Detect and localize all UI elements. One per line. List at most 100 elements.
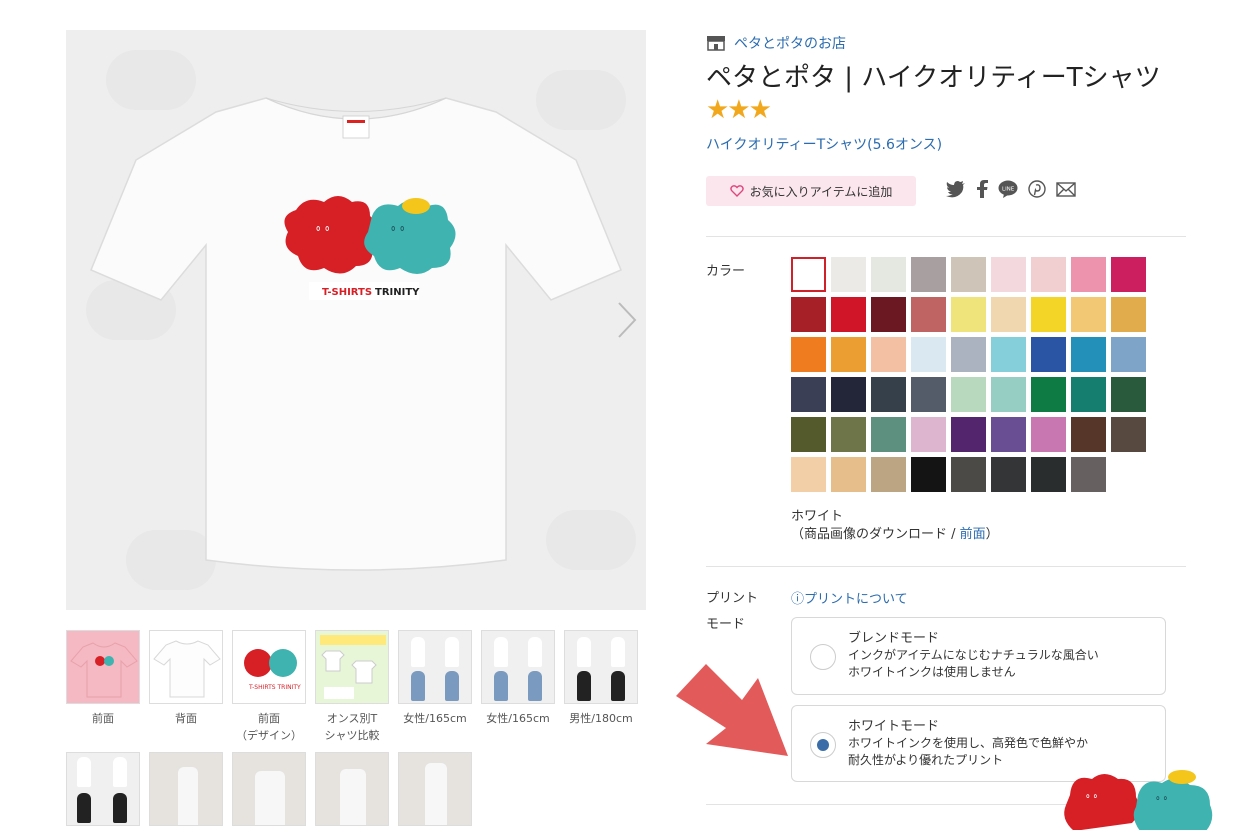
color-swatch[interactable]	[911, 297, 946, 332]
color-swatch[interactable]	[831, 337, 866, 372]
blend-mode-radio[interactable]	[810, 644, 836, 670]
color-swatch[interactable]	[951, 417, 986, 452]
thumbnail-label: オンス別T シャツ比較	[324, 712, 380, 742]
color-swatch[interactable]	[951, 457, 986, 492]
color-swatch[interactable]	[1071, 257, 1106, 292]
color-swatch[interactable]	[791, 457, 826, 492]
color-swatch[interactable]	[991, 377, 1026, 412]
product-type-link[interactable]: ハイクオリティーTシャツ(5.6オンス)	[706, 134, 942, 154]
color-swatch[interactable]	[1111, 257, 1146, 292]
color-swatch[interactable]	[951, 377, 986, 412]
color-swatch[interactable]	[1071, 297, 1106, 332]
color-swatch[interactable]	[991, 457, 1026, 492]
line-icon[interactable]: LINE	[998, 180, 1018, 198]
color-swatch[interactable]	[911, 457, 946, 492]
color-swatch[interactable]	[1111, 297, 1146, 332]
thumbnail-model-photo[interactable]	[315, 752, 389, 826]
model-figure	[494, 671, 508, 701]
thumbnail-model-photo[interactable]	[398, 752, 472, 826]
pinterest-icon[interactable]	[1028, 180, 1046, 198]
color-swatch[interactable]	[1031, 417, 1066, 452]
color-swatch[interactable]	[871, 297, 906, 332]
selected-color-info: ホワイト （商品画像のダウンロード / 前面）	[791, 508, 999, 544]
product-title-text: ペタとポタ | ハイクオリティーTシャツ	[706, 63, 1161, 93]
thumbnail-label: 女性/165cm	[403, 712, 467, 725]
color-swatch[interactable]	[871, 257, 906, 292]
thumbnail-model-grid[interactable]	[66, 752, 140, 826]
color-swatch[interactable]	[991, 337, 1026, 372]
color-swatch[interactable]	[1111, 337, 1146, 372]
download-front-link[interactable]: 前面	[960, 527, 986, 542]
color-swatch[interactable]	[1031, 377, 1066, 412]
color-swatch[interactable]	[791, 297, 826, 332]
color-swatch[interactable]	[951, 257, 986, 292]
color-swatch[interactable]	[1111, 417, 1146, 452]
thumbnail-model-photo[interactable]	[149, 752, 223, 826]
color-swatch[interactable]	[791, 377, 826, 412]
color-swatch[interactable]	[1031, 457, 1066, 492]
thumbnail-male-180[interactable]	[564, 630, 638, 704]
shop-name: ペタとポタのお店	[734, 36, 846, 52]
add-to-favorites-button[interactable]: お気に入りアイテムに追加	[706, 176, 916, 206]
shop-link[interactable]: ペタとポタのお店	[706, 33, 846, 53]
color-swatch[interactable]	[871, 337, 906, 372]
model-figure	[611, 671, 625, 701]
color-swatch[interactable]	[791, 417, 826, 452]
color-swatch[interactable]	[791, 257, 826, 292]
color-swatch[interactable]	[911, 257, 946, 292]
color-swatch[interactable]	[911, 337, 946, 372]
main-product-image[interactable]: ﾟﾟ ﾟﾟ T-SHIRTS TRINITY	[66, 30, 646, 610]
thumbnail-label: 背面	[175, 712, 197, 725]
thumbnail-ounce-comparison[interactable]	[315, 630, 389, 704]
color-swatch[interactable]	[871, 377, 906, 412]
color-swatch[interactable]	[951, 337, 986, 372]
color-swatch[interactable]	[831, 257, 866, 292]
tshirt-illustration: ﾟﾟ ﾟﾟ T-SHIRTS TRINITY	[90, 97, 622, 571]
blend-mode-desc2: ホワイトインクは使用しません	[848, 665, 1016, 679]
blend-mode-option[interactable]: ブレンドモード インクがアイテムになじむナチュラルな風合い ホワイトインクは使用…	[791, 617, 1166, 695]
color-swatch[interactable]	[951, 297, 986, 332]
white-mode-radio[interactable]	[810, 732, 836, 758]
color-swatch[interactable]	[831, 457, 866, 492]
color-swatch[interactable]	[911, 417, 946, 452]
model-figure	[178, 767, 198, 825]
print-about-link[interactable]: ⓘプリントについて	[791, 588, 908, 607]
color-swatch[interactable]	[831, 377, 866, 412]
white-mode-desc1: ホワイトインクを使用し、高発色で色鮮やか	[848, 736, 1089, 750]
thumbnail-female-165-2[interactable]	[481, 630, 555, 704]
thumbnail-model-photo[interactable]	[232, 752, 306, 826]
color-swatch[interactable]	[991, 417, 1026, 452]
color-swatch[interactable]	[871, 417, 906, 452]
color-swatch[interactable]	[991, 257, 1026, 292]
color-swatch[interactable]	[1071, 377, 1106, 412]
thumbnail-design[interactable]: T-SHIRTS TRINITY	[232, 630, 306, 704]
color-swatch[interactable]	[1111, 377, 1146, 412]
color-swatch[interactable]	[1071, 337, 1106, 372]
color-swatch[interactable]	[1031, 337, 1066, 372]
model-figure	[113, 793, 127, 823]
thumbnail-front[interactable]	[66, 630, 140, 704]
color-swatch[interactable]	[1071, 457, 1106, 492]
model-figure	[577, 671, 591, 701]
chevron-right-icon[interactable]	[616, 300, 638, 340]
color-swatch[interactable]	[871, 457, 906, 492]
design-thumbnail: T-SHIRTS TRINITY	[244, 649, 301, 691]
thumbnail-back[interactable]	[149, 630, 223, 704]
color-swatch[interactable]	[1071, 417, 1106, 452]
color-swatch[interactable]	[1031, 297, 1066, 332]
print-about-label: プリントについて	[804, 592, 908, 607]
share-icons: LINE	[946, 180, 1076, 198]
mail-icon[interactable]	[1056, 181, 1076, 197]
color-swatch[interactable]	[911, 377, 946, 412]
svg-text:LINE: LINE	[1002, 187, 1015, 193]
color-swatch[interactable]	[831, 297, 866, 332]
color-swatch[interactable]	[991, 297, 1026, 332]
color-swatch[interactable]	[1031, 257, 1066, 292]
thumbnail-female-165[interactable]	[398, 630, 472, 704]
twitter-icon[interactable]	[946, 180, 966, 198]
blend-mode-title: ブレンドモード	[848, 631, 940, 646]
facebook-icon[interactable]	[976, 180, 988, 198]
color-swatch[interactable]	[791, 337, 826, 372]
color-swatch[interactable]	[831, 417, 866, 452]
store-icon	[707, 36, 725, 51]
